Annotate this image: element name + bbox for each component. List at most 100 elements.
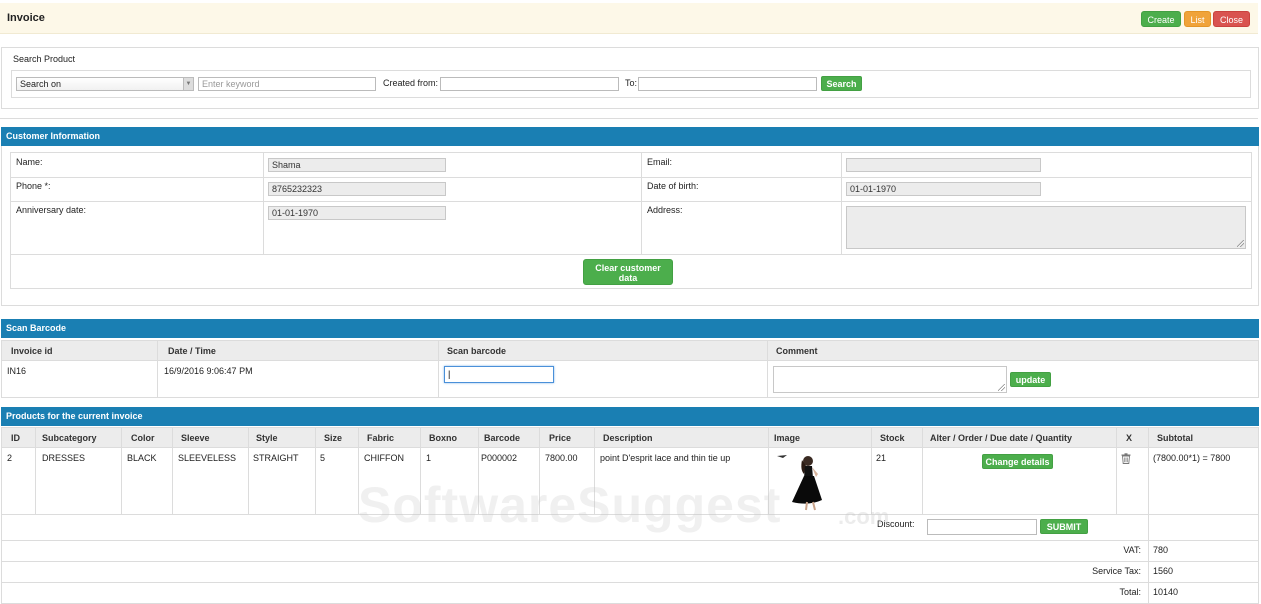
column-header-alter-order: Alter / Order / Due date / Quantity bbox=[930, 433, 1073, 443]
product-stock-cell: 21 bbox=[876, 453, 887, 463]
column-divider bbox=[871, 428, 872, 514]
column-divider bbox=[121, 428, 122, 514]
column-divider bbox=[248, 428, 249, 514]
products-header: Products for the current invoice bbox=[1, 407, 1259, 426]
email-label: Email: bbox=[647, 157, 673, 167]
product-barcode-cell: P000002 bbox=[481, 453, 518, 463]
search-product-panel: Search Product Search on ▼ Created from:… bbox=[1, 47, 1259, 109]
anniversary-field[interactable]: 01-01-1970 bbox=[268, 206, 446, 220]
invoice-id-value: IN16 bbox=[7, 366, 27, 376]
update-button[interactable]: update bbox=[1010, 372, 1051, 387]
customer-information-header: Customer Information bbox=[1, 127, 1259, 146]
clear-customer-data-button[interactable]: Clear customer data bbox=[583, 259, 673, 285]
column-header-size: Size bbox=[324, 433, 343, 443]
row-divider bbox=[2, 561, 1258, 562]
total-value: 10140 bbox=[1153, 587, 1179, 597]
close-button[interactable]: Close bbox=[1213, 11, 1250, 27]
column-header: Invoice id bbox=[11, 346, 53, 356]
column-divider bbox=[767, 341, 768, 397]
keyword-input[interactable] bbox=[198, 77, 376, 91]
product-boxno-cell: 1 bbox=[426, 453, 432, 463]
column-header-barcode: Barcode bbox=[484, 433, 521, 443]
column-header-boxno: Boxno bbox=[429, 433, 457, 443]
product-fabric-cell: CHIFFON bbox=[364, 453, 404, 463]
column-divider bbox=[1148, 428, 1149, 604]
name-field[interactable]: Shama bbox=[268, 158, 446, 172]
product-subtotal-cell: (7800.00*1) = 7800 bbox=[1153, 453, 1231, 463]
product-color-cell: BLACK bbox=[127, 453, 157, 463]
column-header: Date / Time bbox=[168, 346, 216, 356]
product-description-cell: point D'esprit lace and thin tie up bbox=[600, 453, 731, 463]
to-date-input[interactable] bbox=[638, 77, 817, 91]
column-header-remove: X bbox=[1126, 433, 1133, 443]
column-divider bbox=[1116, 428, 1117, 514]
column-header-stock: Stock bbox=[880, 433, 905, 443]
change-details-button[interactable]: Change details bbox=[982, 454, 1053, 469]
phone-field[interactable]: 8765232323 bbox=[268, 182, 446, 196]
product-id-cell: 2 bbox=[7, 453, 13, 463]
scan-barcode-input[interactable]: | bbox=[444, 366, 554, 383]
column-divider bbox=[438, 341, 439, 397]
column-header: Comment bbox=[776, 346, 818, 356]
grid-line bbox=[11, 201, 1251, 202]
vat-label: VAT: bbox=[1123, 545, 1141, 555]
search-button[interactable]: Search bbox=[821, 76, 862, 91]
discount-input[interactable] bbox=[927, 519, 1037, 535]
column-divider bbox=[315, 428, 316, 514]
grid-line bbox=[263, 153, 264, 254]
column-header-price: Price bbox=[549, 433, 572, 443]
scan-barcode-table: Invoice id Date / Time Scan barcode Comm… bbox=[1, 340, 1259, 398]
submit-discount-button[interactable]: SUBMIT bbox=[1040, 519, 1088, 534]
anniversary-label: Anniversary date: bbox=[16, 205, 87, 215]
created-from-input[interactable] bbox=[440, 77, 619, 91]
column-header-subcategory: Subcategory bbox=[42, 433, 97, 443]
product-subcategory-cell: DRESSES bbox=[42, 453, 86, 463]
search-on-select[interactable]: Search on ▼ bbox=[16, 77, 194, 91]
product-sleeve-cell: SLEEVELESS bbox=[178, 453, 237, 463]
grid-line bbox=[11, 254, 1251, 255]
grid-line bbox=[11, 177, 1251, 178]
resize-handle-icon[interactable] bbox=[1237, 240, 1244, 247]
address-field[interactable] bbox=[846, 206, 1246, 249]
search-product-label: Search Product bbox=[13, 54, 76, 64]
watermark-suffix: .com bbox=[838, 504, 890, 529]
scan-barcode-header: Scan Barcode bbox=[1, 319, 1259, 338]
column-divider bbox=[922, 428, 923, 514]
clear-button-label-2: data bbox=[618, 273, 638, 283]
row-divider bbox=[2, 540, 1258, 541]
column-divider bbox=[35, 428, 36, 514]
service-tax-value: 1560 bbox=[1153, 566, 1174, 576]
chevron-down-icon[interactable]: ▼ bbox=[183, 78, 193, 90]
row-divider bbox=[2, 582, 1258, 583]
trash-icon[interactable] bbox=[1121, 453, 1131, 464]
product-size-cell: 5 bbox=[320, 453, 326, 463]
create-button[interactable]: Create bbox=[1141, 11, 1181, 27]
grid-line bbox=[841, 153, 842, 254]
search-bar: Search on ▼ Created from: To: Search bbox=[11, 70, 1251, 98]
vat-value: 780 bbox=[1153, 545, 1169, 555]
column-header-subtotal: Subtotal bbox=[1157, 433, 1193, 443]
comment-textarea[interactable] bbox=[773, 366, 1007, 393]
email-field[interactable] bbox=[846, 158, 1041, 172]
column-header-color: Color bbox=[131, 433, 155, 443]
to-label: To: bbox=[625, 78, 638, 88]
list-button[interactable]: List bbox=[1184, 11, 1211, 27]
column-header-image: Image bbox=[774, 433, 801, 443]
product-image bbox=[777, 455, 822, 511]
column-divider bbox=[172, 428, 173, 514]
column-divider bbox=[157, 341, 158, 397]
column-header-id: ID bbox=[11, 433, 20, 443]
grid-line bbox=[641, 153, 642, 254]
dob-label: Date of birth: bbox=[647, 181, 699, 191]
search-on-value: Search on bbox=[20, 79, 62, 89]
service-tax-label: Service Tax: bbox=[1092, 566, 1141, 576]
resize-handle-icon[interactable] bbox=[998, 384, 1005, 391]
product-style-cell: STRAIGHT bbox=[253, 453, 299, 463]
date-time-value: 16/9/2016 9:06:47 PM bbox=[164, 366, 253, 376]
watermark-logo: SoftwareSuggest bbox=[358, 477, 782, 533]
created-from-label: Created from: bbox=[383, 78, 439, 88]
dob-field[interactable]: 01-01-1970 bbox=[846, 182, 1041, 196]
column-header-description: Description bbox=[603, 433, 653, 443]
column-header-sleeve: Sleeve bbox=[181, 433, 210, 443]
address-label: Address: bbox=[647, 205, 683, 215]
